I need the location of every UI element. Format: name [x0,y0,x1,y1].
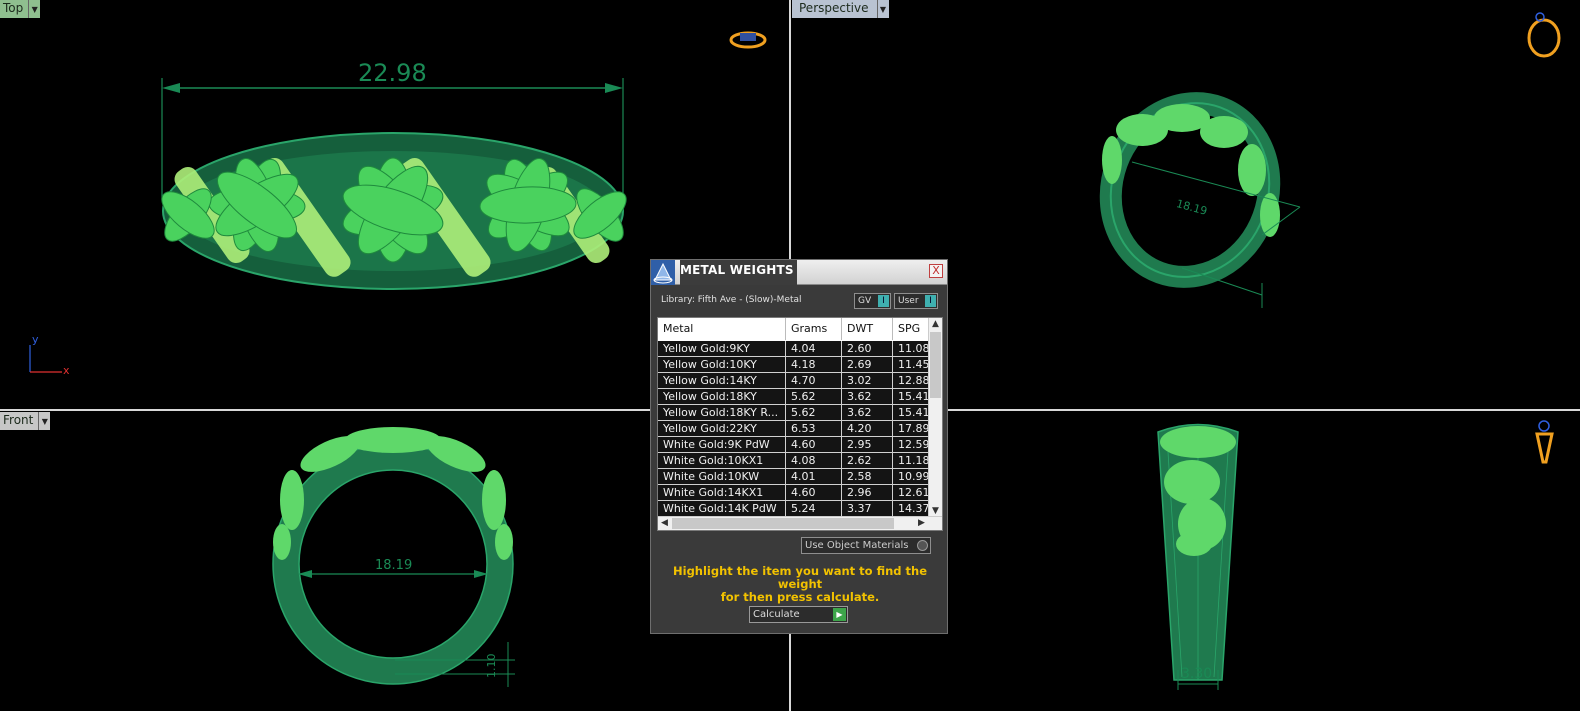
front-dimension-label: 18.19 [375,558,413,573]
viewport-front-tab[interactable]: Front ▼ [0,412,51,430]
front-thickness-label: 1.10 [485,653,498,679]
axis-y-label: y [32,333,39,346]
viewport-top-label: Top [0,0,29,18]
table-row[interactable]: Yellow Gold:14KY 4.70 3.02 12.88 [658,373,930,389]
grams-cell: 4.70 [786,373,842,388]
scroll-left-icon[interactable]: ◀ [658,517,671,530]
table-row[interactable]: Yellow Gold:18KY 5.62 3.62 15.41 [658,389,930,405]
use-object-materials-toggle[interactable]: Use Object Materials [801,537,931,554]
radio-icon [917,540,928,551]
dwt-cell: 2.62 [842,453,893,468]
grams-cell: 4.60 [786,485,842,500]
grams-cell: 5.24 [786,501,842,516]
gv-toggle-label: GV [858,296,872,306]
calculate-button[interactable]: Calculate ▶ [749,606,848,623]
metal-cell: Yellow Gold:18KY R... [658,405,786,420]
metal-cell: White Gold:10KW [658,469,786,484]
horizontal-scrollbar[interactable]: ◀ ▶ [658,516,942,530]
table-row[interactable]: White Gold:10KW 4.01 2.58 10.99 [658,469,930,485]
table-row[interactable]: White Gold:10KX1 4.08 2.62 11.18 [658,453,930,469]
dwt-cell: 4.20 [842,421,893,436]
dwt-cell: 2.69 [842,357,893,372]
table-row[interactable]: White Gold:14KX1 4.60 2.96 12.61 [658,485,930,501]
calculate-label: Calculate [753,609,800,620]
library-label: Library: Fifth Ave - (Slow)-Metal [661,295,802,305]
table-row[interactable]: White Gold:9K PdW 4.60 2.95 12.59 [658,437,930,453]
table-row[interactable]: Yellow Gold:9KY 4.04 2.60 11.08 [658,341,930,357]
grams-cell: 4.60 [786,437,842,452]
app-logo-icon [651,260,675,285]
dwt-cell: 3.62 [842,405,893,420]
user-toggle-label: User [898,296,919,306]
play-icon: ▶ [833,608,846,621]
dwt-cell: 2.95 [842,437,893,452]
column-header-grams[interactable]: Grams [786,318,842,340]
table-row[interactable]: White Gold:14K PdW 5.24 3.37 14.37 [658,501,930,517]
grams-cell: 5.62 [786,389,842,404]
close-icon[interactable]: X [929,264,943,278]
metal-weights-table[interactable]: Metal Grams DWT SPG Yellow Gold:9KY 4.04 2… [657,317,943,531]
grams-cell: 4.08 [786,453,842,468]
metal-weights-dialog: METAL WEIGHTS X Library: Fifth Ave - (Sl… [650,259,948,634]
metal-cell: Yellow Gold:18KY [658,389,786,404]
column-header-metal[interactable]: Metal [658,318,786,340]
grams-cell: 5.62 [786,405,842,420]
grams-cell: 4.01 [786,469,842,484]
metal-cell: Yellow Gold:14KY [658,373,786,388]
instruction-line-2: for then press calculate. [720,590,880,604]
metal-cell: Yellow Gold:9KY [658,341,786,356]
chevron-down-icon[interactable]: ▼ [28,0,41,18]
table-row[interactable]: Yellow Gold:10KY 4.18 2.69 11.45 [658,357,930,373]
metal-cell: White Gold:14KX1 [658,485,786,500]
dialog-title: METAL WEIGHTS [680,260,797,285]
dwt-cell: 2.96 [842,485,893,500]
viewport-perspective-label: Perspective [792,0,877,18]
table-row[interactable]: Yellow Gold:18KY R... 5.62 3.62 15.41 [658,405,930,421]
gv-toggle[interactable]: GV I [854,293,891,309]
dwt-cell: 2.60 [842,341,893,356]
vertical-scroll-thumb[interactable] [930,332,941,398]
axis-x-label: x [63,364,70,377]
dwt-cell: 3.37 [842,501,893,516]
metal-cell: White Gold:14K PdW [658,501,786,516]
metal-cell: Yellow Gold:10KY [658,357,786,372]
table-body: Yellow Gold:9KY 4.04 2.60 11.08 Yellow Gold:… [658,341,930,517]
metal-cell: White Gold:10KX1 [658,453,786,468]
horizontal-scroll-thumb[interactable] [672,518,894,529]
table-header: Metal Grams DWT SPG [658,318,930,340]
grams-cell: 4.18 [786,357,842,372]
scroll-right-icon[interactable]: ▶ [915,517,928,530]
chevron-down-icon[interactable]: ▼ [38,412,51,430]
gv-toggle-indicator: I [878,295,889,307]
right-thickness-label: 3.30 [1181,666,1213,682]
user-toggle[interactable]: User I [894,293,938,309]
grams-cell: 4.04 [786,341,842,356]
dialog-title-bar[interactable]: METAL WEIGHTS X [651,260,947,285]
dwt-cell: 2.58 [842,469,893,484]
grams-cell: 6.53 [786,421,842,436]
instruction-line-1: Highlight the item you want to find the … [673,564,927,591]
top-dimension-label: 22.98 [358,59,427,87]
viewport-front-label: Front [0,412,39,430]
table-row[interactable]: Yellow Gold:22KY 6.53 4.20 17.89 [658,421,930,437]
column-header-dwt[interactable]: DWT [842,318,893,340]
scroll-up-icon[interactable]: ▲ [929,318,942,331]
metal-cell: White Gold:9K PdW [658,437,786,452]
user-toggle-indicator: I [925,295,936,307]
vertical-scrollbar[interactable]: ▲ ▼ [928,318,942,518]
dwt-cell: 3.02 [842,373,893,388]
metal-cell: Yellow Gold:22KY [658,421,786,436]
viewport-top-tab[interactable]: Top ▼ [0,0,41,18]
use-object-materials-label: Use Object Materials [805,540,909,551]
dwt-cell: 3.62 [842,389,893,404]
instruction-text: Highlight the item you want to find the … [661,565,939,604]
viewport-perspective-tab[interactable]: Perspective ▼ [792,0,889,18]
chevron-down-icon[interactable]: ▼ [876,0,889,18]
